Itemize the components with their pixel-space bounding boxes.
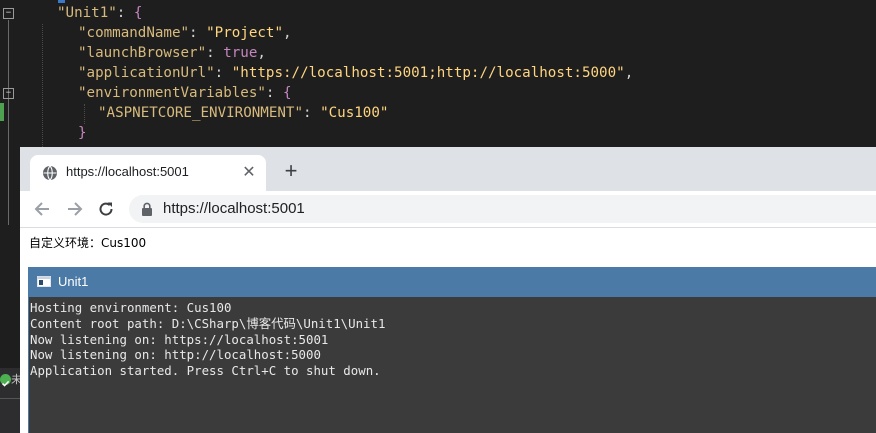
browser-tab[interactable]: https://localhost:5001 ✕ bbox=[30, 155, 266, 191]
json-value: "Project" bbox=[206, 25, 284, 41]
console-title: Unit1 bbox=[58, 274, 89, 289]
indent-guide bbox=[42, 24, 43, 147]
check-icon bbox=[0, 374, 11, 387]
side-status-strip: 未 bbox=[0, 368, 22, 433]
console-window: Unit1 Hosting environment: Cus100 Conten… bbox=[28, 267, 876, 433]
console-line: Now listening on: http://localhost:5000 bbox=[30, 347, 321, 363]
lock-icon[interactable] bbox=[141, 202, 153, 216]
json-colon: : bbox=[206, 45, 224, 61]
json-key: "Unit1" bbox=[57, 5, 117, 21]
reload-icon[interactable] bbox=[95, 199, 117, 219]
json-colon: : bbox=[303, 105, 321, 121]
json-key: "launchBrowser" bbox=[78, 45, 207, 61]
console-line: Application started. Press Ctrl+C to shu… bbox=[30, 363, 381, 379]
json-key: "ASPNETCORE_ENVIRONMENT" bbox=[98, 105, 303, 121]
json-comma: , bbox=[283, 25, 292, 41]
json-comma: , bbox=[257, 45, 266, 61]
tab-strip: https://localhost:5001 ✕ + bbox=[20, 147, 876, 191]
json-value: "https://localhost:5001;http://localhost… bbox=[231, 65, 625, 81]
json-comma: , bbox=[624, 65, 634, 81]
fold-toggle-environment-variables[interactable]: − bbox=[3, 88, 14, 99]
fold-line bbox=[8, 20, 9, 225]
browser-toolbar: https://localhost:5001 bbox=[20, 191, 876, 228]
tab-title: https://localhost:5001 bbox=[66, 164, 189, 179]
back-arrow-icon[interactable] bbox=[32, 199, 54, 219]
console-line: Hosting environment: Cus100 bbox=[30, 300, 232, 315]
page-content-text: 自定义环境：Cus100 bbox=[29, 236, 147, 250]
json-key: "environmentVariables" bbox=[78, 85, 266, 101]
json-colon: : bbox=[214, 65, 232, 81]
json-key: "applicationUrl" bbox=[78, 65, 215, 81]
close-tab-icon[interactable]: ✕ bbox=[240, 164, 258, 182]
globe-icon bbox=[43, 165, 57, 181]
code-line-command-name: "commandName": "Project", bbox=[78, 23, 292, 43]
new-tab-button[interactable]: + bbox=[278, 160, 304, 186]
json-colon: : bbox=[189, 25, 207, 41]
console-output[interactable]: Hosting environment: Cus100 Content root… bbox=[29, 300, 876, 379]
url-text: https://localhost:5001 bbox=[163, 200, 305, 217]
indent-guide bbox=[84, 104, 85, 124]
console-line: Content root path: D:\CSharp\博客代码\Unit1\… bbox=[30, 315, 386, 331]
fold-toggle-unit1[interactable]: − bbox=[3, 8, 14, 19]
code-line-launch-browser: "launchBrowser": true, bbox=[78, 43, 266, 63]
code-line-unit1: "Unit1": { bbox=[57, 3, 142, 23]
code-line-application-url: "applicationUrl": "https://localhost:500… bbox=[78, 63, 633, 83]
address-bar[interactable]: https://localhost:5001 bbox=[129, 195, 876, 223]
json-value: true bbox=[223, 45, 258, 61]
json-value: "Cus100" bbox=[320, 105, 389, 121]
json-colon: : bbox=[116, 5, 134, 21]
json-key: "commandName" bbox=[78, 25, 190, 41]
forward-arrow-icon[interactable] bbox=[63, 199, 85, 219]
json-brace: { bbox=[133, 5, 143, 21]
json-colon: : bbox=[265, 85, 284, 101]
changed-line-marker bbox=[0, 103, 4, 121]
divider bbox=[0, 398, 20, 399]
code-line-aspnetcore-environment: "ASPNETCORE_ENVIRONMENT": "Cus100" bbox=[98, 103, 388, 123]
json-brace: } bbox=[78, 125, 87, 141]
console-app-icon bbox=[37, 276, 51, 287]
code-line-close-brace: } bbox=[78, 123, 87, 143]
console-line: Now listening on: https://localhost:5001 bbox=[30, 331, 329, 347]
json-brace: { bbox=[283, 85, 292, 101]
console-titlebar[interactable]: Unit1 bbox=[29, 267, 876, 297]
code-line-environment-variables: "environmentVariables": { bbox=[78, 83, 292, 103]
